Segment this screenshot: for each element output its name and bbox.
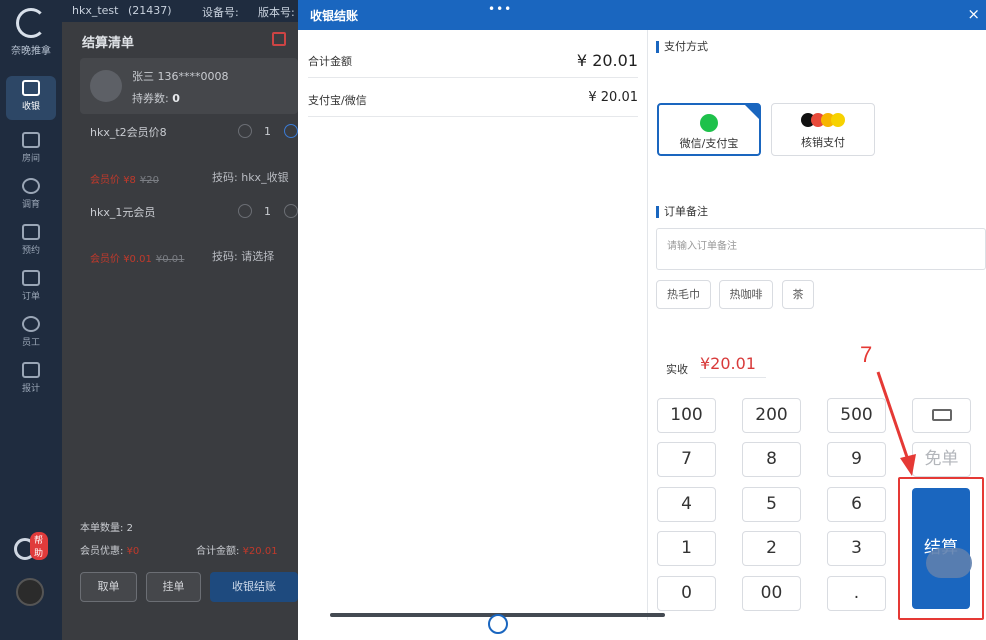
modal-title: 收银结账 xyxy=(310,9,359,23)
version-label: 版本号: 1.4.1 xyxy=(258,6,298,19)
backspace-button[interactable] xyxy=(912,398,971,433)
nav-item-orders[interactable]: 订单 xyxy=(6,266,56,310)
nav-item-room[interactable]: 房间 xyxy=(6,128,56,172)
checkout-modal: 收银结账 ••• × 合计金额 ¥ 20.01 支付宝/微信 ¥ 20.01 支… xyxy=(298,0,986,640)
top-info-bar: hkx_test (21437) 设备号: 版本号: 1.4.1 xyxy=(62,0,298,22)
cancel-order-button[interactable]: 取单 xyxy=(80,572,137,602)
remark-section-title: 订单备注 xyxy=(656,206,708,218)
payment-section-title: 支付方式 xyxy=(656,41,708,53)
report-icon xyxy=(22,362,40,378)
item-technician-select[interactable]: 技码: 请选择 xyxy=(212,248,274,264)
total-label: 合计金额 xyxy=(308,55,352,68)
plus-icon[interactable] xyxy=(284,204,298,218)
employees-icon xyxy=(22,316,40,332)
nav-item-reports[interactable]: 报计 xyxy=(6,358,56,402)
paid-label: 实收 xyxy=(666,363,688,376)
key-0[interactable]: 0 xyxy=(657,576,716,611)
brand-name: 奈晚推拿 xyxy=(11,46,51,57)
item-technician-select[interactable]: 技码: hkx_收银 xyxy=(212,169,289,185)
minus-icon[interactable] xyxy=(238,204,252,218)
checkout-button[interactable]: 收银结账 xyxy=(210,572,298,602)
trash-icon[interactable] xyxy=(272,32,286,46)
pay-option-wechat-alipay[interactable]: 微信/支付宝 xyxy=(657,103,761,156)
device-label: 设备号: xyxy=(202,6,239,19)
plus-icon[interactable] xyxy=(284,124,298,138)
key-3[interactable]: 3 xyxy=(827,531,886,566)
annotation-highlight-box xyxy=(898,477,984,620)
key-7[interactable]: 7 xyxy=(657,442,716,477)
key-1[interactable]: 1 xyxy=(657,531,716,566)
help-button[interactable]: 帮助 xyxy=(14,532,48,562)
wechat-alipay-icon xyxy=(700,114,718,132)
key-5[interactable]: 5 xyxy=(742,487,801,522)
key-100[interactable]: 100 xyxy=(657,398,716,433)
step-number-annotation: 7 xyxy=(860,342,873,367)
order-count: 本单数量: 2 xyxy=(80,523,133,534)
calendar-icon xyxy=(22,224,40,240)
coupon-count: 持券数: 0 xyxy=(132,92,180,105)
staff-schedule-icon xyxy=(22,178,40,194)
moon-logo-icon xyxy=(16,8,46,38)
remark-tag[interactable]: 茶 xyxy=(782,280,814,309)
annotation-arrow-icon xyxy=(876,371,916,476)
close-icon[interactable]: × xyxy=(967,5,980,23)
item-member-price: 会员价 ¥8 ¥20 xyxy=(90,175,160,186)
item-qty: 1 xyxy=(264,205,271,218)
remark-tag[interactable]: 热毛巾 xyxy=(656,280,711,309)
member-discount: 会员优惠: ¥0 xyxy=(80,546,140,557)
key-8[interactable]: 8 xyxy=(742,442,801,477)
nav-item-booking[interactable]: 预约 xyxy=(6,220,56,264)
help-badge: 帮助 xyxy=(30,532,48,560)
key-dot[interactable]: . xyxy=(827,576,886,611)
brand-logo: 奈晚推拿 xyxy=(8,8,54,57)
order-remark-input[interactable]: 请输入订单备注 xyxy=(656,228,986,270)
order-icon xyxy=(22,270,40,286)
user-avatar[interactable] xyxy=(16,578,44,606)
payment-method-value: ¥ 20.01 xyxy=(588,90,638,105)
bill-item-name: hkx_1元会员 xyxy=(90,206,156,219)
store-id: (21437) xyxy=(128,4,172,17)
store-account: hkx_test xyxy=(72,4,119,17)
home-indicator[interactable] xyxy=(488,614,508,634)
payment-method-row: 支付宝/微信 ¥ 20.01 xyxy=(308,79,638,117)
drag-handle[interactable]: ••• xyxy=(488,2,512,16)
nav-item-employees[interactable]: 员工 xyxy=(6,312,56,356)
key-2[interactable]: 2 xyxy=(742,531,801,566)
key-6[interactable]: 6 xyxy=(827,487,886,522)
nav-item-cashier[interactable]: 收银 xyxy=(6,76,56,120)
hold-order-button[interactable]: 挂单 xyxy=(146,572,201,602)
bill-title: 结算清单 xyxy=(82,36,135,51)
minus-icon[interactable] xyxy=(238,124,252,138)
modal-header: 收银结账 ••• × xyxy=(298,0,986,30)
bill-panel: 结算清单 张三 136****0008 持券数: 0 hkx_t2会员价8 1 … xyxy=(62,22,298,640)
member-card[interactable]: 张三 136****0008 持券数: 0 xyxy=(80,58,298,114)
paid-amount[interactable]: ¥20.01 xyxy=(700,354,766,378)
item-qty: 1 xyxy=(264,125,271,138)
backspace-icon xyxy=(931,409,952,421)
remark-tag[interactable]: 热咖啡 xyxy=(719,280,773,309)
cashier-icon xyxy=(22,80,40,96)
selected-check-icon xyxy=(745,105,759,119)
pay-option-verify[interactable]: 核销支付 xyxy=(771,103,875,156)
total-value: ¥ 20.01 xyxy=(576,51,638,70)
item-member-price: 会员价 ¥0.01 ¥0.01 xyxy=(90,254,185,265)
free-order-button[interactable]: 免单 xyxy=(912,442,971,477)
member-name: 张三 136****0008 xyxy=(132,70,229,83)
left-nav: 奈晚推拿 收银 房间 调育 预约 订单 员工 报计 帮助 xyxy=(0,0,62,640)
key-00[interactable]: 00 xyxy=(742,576,801,611)
total-row: 合计金额 ¥ 20.01 xyxy=(308,40,638,78)
key-4[interactable]: 4 xyxy=(657,487,716,522)
payment-method-label: 支付宝/微信 xyxy=(308,94,367,107)
divider xyxy=(647,30,648,620)
verify-platform-icons xyxy=(772,113,874,131)
member-avatar xyxy=(90,70,122,102)
room-icon xyxy=(22,132,40,148)
key-200[interactable]: 200 xyxy=(742,398,801,433)
bill-item-name: hkx_t2会员价8 xyxy=(90,126,167,139)
nav-item-staff-schedule[interactable]: 调育 xyxy=(6,174,56,218)
bill-total: 合计金额: ¥20.01 xyxy=(196,546,278,557)
